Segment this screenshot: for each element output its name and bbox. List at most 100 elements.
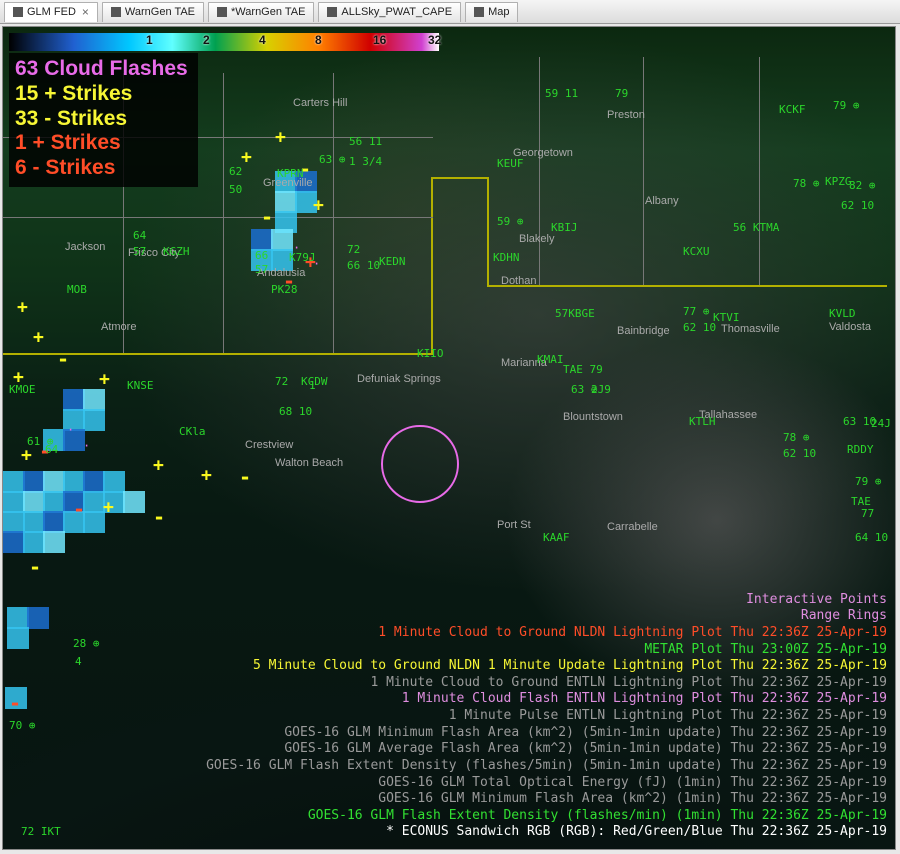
legend-row[interactable]: * ECONUS Sandwich RGB (RGB): Red/Green/B… (206, 824, 887, 841)
station-ob: KGZH (163, 245, 190, 258)
tab-label: Map (488, 6, 509, 18)
legend-row[interactable]: GOES-16 GLM Flash Extent Density (flashe… (206, 758, 887, 775)
tab-label: ALLSky_PWAT_CAPE (341, 6, 452, 18)
station-ob: 57 (255, 263, 268, 276)
station-ob: 56 KTMA (733, 221, 779, 234)
cloud-flash-count: 63 (15, 57, 38, 80)
legend-row[interactable]: METAR Plot Thu 23:00Z 25-Apr-19 (206, 642, 887, 659)
station-ob: 79 ⊕ (855, 475, 882, 488)
tab-glm-fed[interactable]: GLM FED × (4, 2, 98, 22)
station-ob: KDHN (493, 251, 520, 264)
station-ob: 57 (133, 245, 146, 258)
station-ob: 50 (229, 183, 242, 196)
colorbar-tick: 2 (203, 33, 210, 47)
station-ob: 62 (229, 165, 242, 178)
colorbar-tick: 32 (428, 33, 441, 47)
station-ob: 72 (347, 243, 360, 256)
legend-row[interactable]: GOES-16 GLM Average Flash Area (km^2) (5… (206, 741, 887, 758)
county-line (643, 57, 644, 285)
station-ob: 62 10 (783, 447, 816, 460)
station-ob: 79 ⊕ (833, 99, 860, 112)
legend-row[interactable]: 1 Minute Cloud to Ground NLDN Lightning … (206, 625, 887, 642)
station-ob: K79J (289, 251, 316, 264)
station-ob: KMOE (9, 383, 36, 396)
station-ob: KNSE (127, 379, 154, 392)
station-ob: 70 ⊕ (9, 719, 36, 732)
legend-header-1: Interactive Points (206, 592, 887, 609)
station-ob: KPZG (825, 175, 852, 188)
legend-header-2: Range Rings (206, 608, 887, 625)
station-ob: 59 ⊕ (497, 215, 524, 228)
tab-icon (111, 7, 121, 17)
legend-row[interactable]: 1 Minute Cloud to Ground ENTLN Lightning… (206, 675, 887, 692)
tab-allsky-pwat-cape[interactable]: ALLSky_PWAT_CAPE (318, 2, 461, 22)
pos-strike-r-count: 1 (15, 131, 27, 154)
colorbar-tick: 16 (373, 33, 386, 47)
county-line (333, 73, 334, 353)
tab-warngen-tae[interactable]: WarnGen TAE (102, 2, 204, 22)
map-panel[interactable]: + + - + + + + + - + - - + + - + - + - - … (2, 26, 896, 850)
station-ob: 4 (75, 655, 82, 668)
county-line (223, 73, 224, 353)
tab-map[interactable]: Map (465, 2, 518, 22)
station-ob: KTVI (713, 311, 740, 324)
neg-strike-r-label: - Strikes (33, 156, 116, 179)
legend-row[interactable]: GOES-16 GLM Flash Extent Density (flashe… (206, 808, 887, 825)
legend-row[interactable]: 5 Minute Cloud to Ground NLDN 1 Minute U… (206, 658, 887, 675)
station-ob: KBIJ (551, 221, 578, 234)
station-ob: KAAF (543, 531, 570, 544)
tab--warngen-tae[interactable]: *WarnGen TAE (208, 2, 314, 22)
station-ob: 59 11 (545, 87, 578, 100)
awips-window: GLM FED × WarnGen TAE *WarnGen TAE ALLSky_PW… (0, 0, 900, 854)
tab-icon (474, 7, 484, 17)
state-border (431, 177, 433, 355)
station-ob: 66 10 (347, 259, 380, 272)
legend-row[interactable]: 1 Minute Pulse ENTLN Lightning Plot Thu … (206, 708, 887, 725)
station-ob: 78 ⊕ (793, 177, 820, 190)
station-ob: TAE 79 (563, 363, 603, 376)
tab-label: *WarnGen TAE (231, 6, 305, 18)
pos-strike-y-label: + Strikes (44, 82, 132, 105)
tab-label: WarnGen TAE (125, 6, 195, 18)
legend-row[interactable]: 1 Minute Cloud Flash ENTLN Lightning Plo… (206, 691, 887, 708)
station-ob: KMAI (537, 353, 564, 366)
station-ob: 66 (255, 249, 268, 262)
station-ob: 72 IKT (21, 825, 61, 838)
station-ob: 68 10 (279, 405, 312, 418)
neg-strike-r-count: 6 (15, 156, 27, 179)
legend-row[interactable]: GOES-16 GLM Minimum Flash Area (km^2) (5… (206, 725, 887, 742)
station-ob: KCXU (683, 245, 710, 258)
station-ob: 63 ⊕ (319, 153, 346, 166)
station-ob: 56 11 (349, 135, 382, 148)
pos-strike-r-label: + Strikes (33, 131, 121, 154)
state-border (487, 177, 489, 285)
close-icon[interactable]: × (82, 5, 89, 19)
legend-row[interactable]: GOES-16 GLM Total Optical Energy (fJ) (1… (206, 775, 887, 792)
tab-label: GLM FED (27, 6, 76, 18)
neg-strike-y-count: 33 (15, 107, 38, 130)
tab-icon (327, 7, 337, 17)
station-ob: CKla (179, 425, 206, 438)
station-ob: 57KBGE (555, 307, 595, 320)
station-ob: KIIO (417, 347, 444, 360)
neg-strike-y-label: - Strikes (44, 107, 127, 130)
legend-row[interactable]: GOES-16 GLM Minimum Flash Area (km^2) (1… (206, 791, 887, 808)
station-ob: RDDY (847, 443, 874, 456)
station-ob: KVLD (829, 307, 856, 320)
county-line (3, 217, 433, 218)
station-ob: 2J9 (591, 383, 611, 396)
station-ob: 24J (871, 417, 891, 430)
range-ring (381, 425, 459, 503)
colorbar-tick: 8 (315, 33, 322, 47)
station-ob: KTLH (689, 415, 716, 428)
station-ob: KEUF (497, 157, 524, 170)
station-ob: 82 ⊕ (849, 179, 876, 192)
station-ob: KCDW (301, 375, 328, 388)
station-ob: PK28 (271, 283, 298, 296)
station-ob: 1 3/4 (349, 155, 382, 168)
pos-strike-y-count: 15 (15, 82, 38, 105)
county-line (759, 57, 760, 285)
station-ob: KPRN (277, 167, 304, 180)
county-line (539, 57, 540, 285)
station-ob: 72 (275, 375, 288, 388)
